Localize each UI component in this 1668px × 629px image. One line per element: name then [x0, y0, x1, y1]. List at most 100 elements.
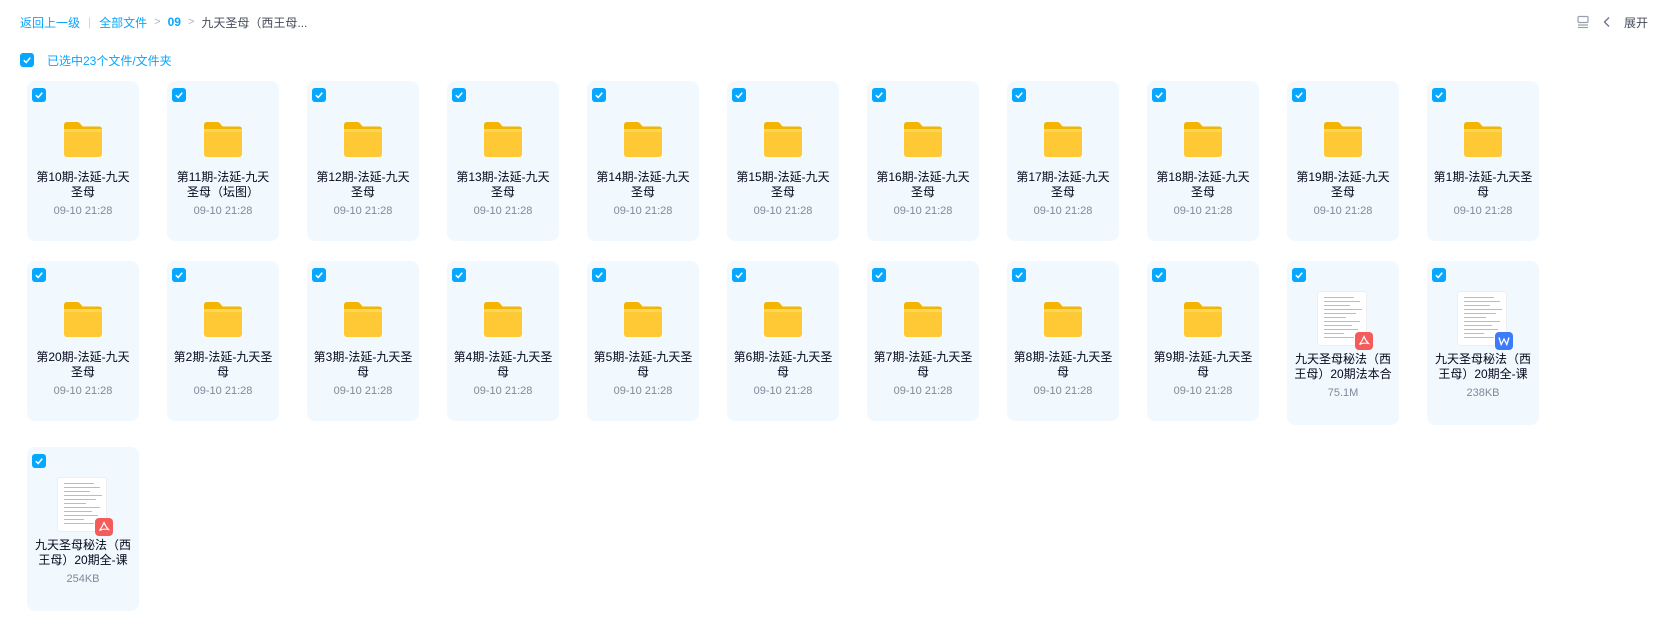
document-text-line	[1464, 325, 1492, 326]
document-text-line	[1324, 325, 1352, 326]
item-name: 第9期-法延-九天圣母	[1153, 350, 1253, 379]
document-text-line	[1324, 337, 1354, 338]
item-checkbox[interactable]	[312, 88, 326, 102]
item-checkbox[interactable]	[32, 88, 46, 102]
folder-item[interactable]: 第18期-法延-九天圣母 09-10 21:28	[1147, 81, 1259, 241]
document-text-line	[64, 515, 98, 516]
breadcrumb-divider: |	[88, 15, 92, 29]
document-text-line	[1324, 313, 1356, 314]
breadcrumb-folder-09[interactable]: 09	[168, 15, 181, 29]
folder-item[interactable]: 第5期-法延-九天圣母 09-10 21:28	[587, 261, 699, 421]
document-text-line	[1464, 329, 1498, 330]
folder-item[interactable]: 第6期-法延-九天圣母 09-10 21:28	[727, 261, 839, 421]
document-text-line	[1464, 297, 1494, 298]
item-checkbox[interactable]	[312, 268, 326, 282]
document-text-line	[1464, 337, 1494, 338]
breadcrumb-separator-icon: >	[154, 16, 161, 28]
item-meta: 09-10 21:28	[1033, 385, 1093, 397]
item-meta: 09-10 21:28	[193, 385, 253, 397]
item-meta: 09-10 21:28	[53, 385, 113, 397]
item-checkbox[interactable]	[32, 268, 46, 282]
item-checkbox[interactable]	[452, 88, 466, 102]
folder-icon	[587, 291, 699, 347]
item-name: 第4期-法延-九天圣母	[453, 350, 553, 379]
file-item[interactable]: 九天圣母秘法（西王母）20期全-课 254KB	[27, 447, 139, 611]
breadcrumb-separator-icon: >	[187, 16, 195, 28]
item-checkbox[interactable]	[172, 268, 186, 282]
item-checkbox[interactable]	[1432, 268, 1446, 282]
document-text-line	[64, 511, 92, 512]
folder-item[interactable]: 第16期-法延-九天圣母 09-10 21:28	[867, 81, 979, 241]
item-meta: 09-10 21:28	[473, 385, 533, 397]
breadcrumb-current: 九天圣母（西王母...	[201, 15, 308, 30]
item-checkbox[interactable]	[1012, 268, 1026, 282]
document-preview	[1457, 291, 1513, 350]
folder-icon	[727, 291, 839, 347]
item-checkbox[interactable]	[732, 268, 746, 282]
folder-item[interactable]: 第12期-法延-九天圣母 09-10 21:28	[307, 81, 419, 241]
item-name: 第6期-法延-九天圣母	[733, 350, 833, 379]
folder-item[interactable]: 第19期-法延-九天圣母 09-10 21:28	[1287, 81, 1399, 241]
tree-view-icon[interactable]	[1574, 13, 1592, 31]
item-checkbox[interactable]	[732, 88, 746, 102]
view-controls: 展开	[1574, 12, 1648, 32]
folder-item[interactable]: 第10期-法延-九天圣母 09-10 21:28	[27, 81, 139, 241]
item-name: 第20期-法延-九天圣母	[36, 350, 130, 379]
select-all-checkbox[interactable]	[20, 53, 34, 67]
chevron-left-icon[interactable]	[1598, 13, 1616, 31]
item-meta: 09-10 21:28	[1173, 385, 1233, 397]
document-text-line	[64, 507, 100, 508]
expand-button[interactable]: 展开	[1624, 14, 1648, 31]
item-name: 第19期-法延-九天圣母	[1296, 170, 1390, 199]
item-meta: 09-10 21:28	[753, 385, 813, 397]
document-preview	[57, 477, 113, 536]
item-checkbox[interactable]	[1292, 268, 1306, 282]
item-meta: 09-10 21:28	[1173, 205, 1233, 217]
folder-item[interactable]: 第4期-法延-九天圣母 09-10 21:28	[447, 261, 559, 421]
folder-item[interactable]: 第9期-法延-九天圣母 09-10 21:28	[1147, 261, 1259, 421]
item-checkbox[interactable]	[1432, 88, 1446, 102]
item-checkbox[interactable]	[452, 268, 466, 282]
document-text-line	[1324, 305, 1350, 306]
item-checkbox[interactable]	[172, 88, 186, 102]
item-meta: 09-10 21:28	[753, 205, 813, 217]
item-name: 第15期-法延-九天圣母	[736, 170, 830, 199]
file-item[interactable]: 九天圣母秘法（西王母）20期全-课 238KB	[1427, 261, 1539, 425]
item-name: 第1期-法延-九天圣母	[1433, 170, 1533, 199]
document-text-line	[1324, 301, 1360, 302]
folder-item[interactable]: 第17期-法延-九天圣母 09-10 21:28	[1007, 81, 1119, 241]
breadcrumb: 返回上一级 | 全部文件 > 09 > 九天圣母（西王母...	[20, 13, 307, 31]
folder-item[interactable]: 第13期-法延-九天圣母 09-10 21:28	[447, 81, 559, 241]
folder-icon	[727, 111, 839, 167]
item-checkbox[interactable]	[872, 268, 886, 282]
folder-item[interactable]: 第20期-法延-九天圣母 09-10 21:28	[27, 261, 139, 421]
file-item[interactable]: 九天圣母秘法（西王母）20期法本合 75.1M	[1287, 261, 1399, 425]
file-browser: 返回上一级 | 全部文件 > 09 > 九天圣母（西王母... 展开 已选中23…	[0, 0, 1668, 629]
item-checkbox[interactable]	[1152, 88, 1166, 102]
item-checkbox[interactable]	[592, 88, 606, 102]
item-checkbox[interactable]	[1012, 88, 1026, 102]
folder-item[interactable]: 第3期-法延-九天圣母 09-10 21:28	[307, 261, 419, 421]
folder-icon	[27, 291, 139, 347]
item-checkbox[interactable]	[1292, 88, 1306, 102]
item-meta: 09-10 21:28	[473, 205, 533, 217]
folder-item[interactable]: 第1期-法延-九天圣母 09-10 21:28	[1427, 81, 1539, 241]
document-text-line	[1324, 317, 1346, 318]
folder-item[interactable]: 第15期-法延-九天圣母 09-10 21:28	[727, 81, 839, 241]
folder-item[interactable]: 第2期-法延-九天圣母 09-10 21:28	[167, 261, 279, 421]
breadcrumb-all-files[interactable]: 全部文件	[99, 14, 147, 31]
folder-item[interactable]: 第7期-法延-九天圣母 09-10 21:28	[867, 261, 979, 421]
document-text-line	[64, 503, 86, 504]
item-checkbox[interactable]	[32, 454, 46, 468]
back-link[interactable]: 返回上一级	[20, 14, 80, 31]
folder-item[interactable]: 第11期-法延-九天圣母（坛图） 09-10 21:28	[167, 81, 279, 241]
folder-icon	[167, 111, 279, 167]
folder-item[interactable]: 第14期-法延-九天圣母 09-10 21:28	[587, 81, 699, 241]
item-checkbox[interactable]	[592, 268, 606, 282]
item-checkbox[interactable]	[872, 88, 886, 102]
item-name: 第5期-法延-九天圣母	[593, 350, 693, 379]
document-thumbnail	[1287, 291, 1399, 350]
document-text-line	[64, 491, 90, 492]
folder-item[interactable]: 第8期-法延-九天圣母 09-10 21:28	[1007, 261, 1119, 421]
item-checkbox[interactable]	[1152, 268, 1166, 282]
